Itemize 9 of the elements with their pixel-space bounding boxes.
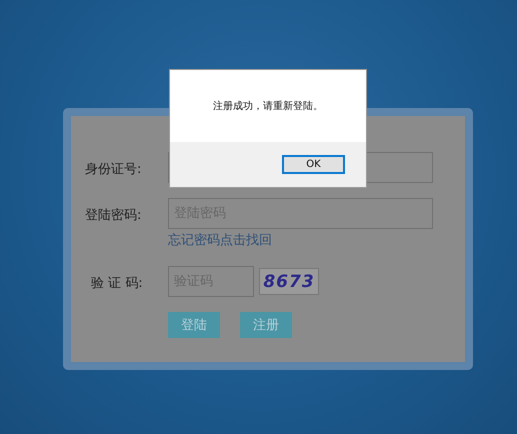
register-button[interactable]: 注册	[240, 312, 292, 338]
ok-button[interactable]: OK	[282, 155, 345, 174]
field-label: 身份证号:	[85, 161, 142, 178]
forgot-password-link[interactable]: 忘记密码点击找回	[168, 231, 272, 249]
dialog-message: 注册成功，请重新登陆。	[213, 100, 323, 113]
login-button[interactable]: 登陆	[168, 312, 220, 338]
captcha-image[interactable]: 8673	[259, 268, 319, 295]
field-label: 验 证 码:	[90, 275, 144, 292]
field-label: 登陆密码:	[85, 207, 142, 224]
